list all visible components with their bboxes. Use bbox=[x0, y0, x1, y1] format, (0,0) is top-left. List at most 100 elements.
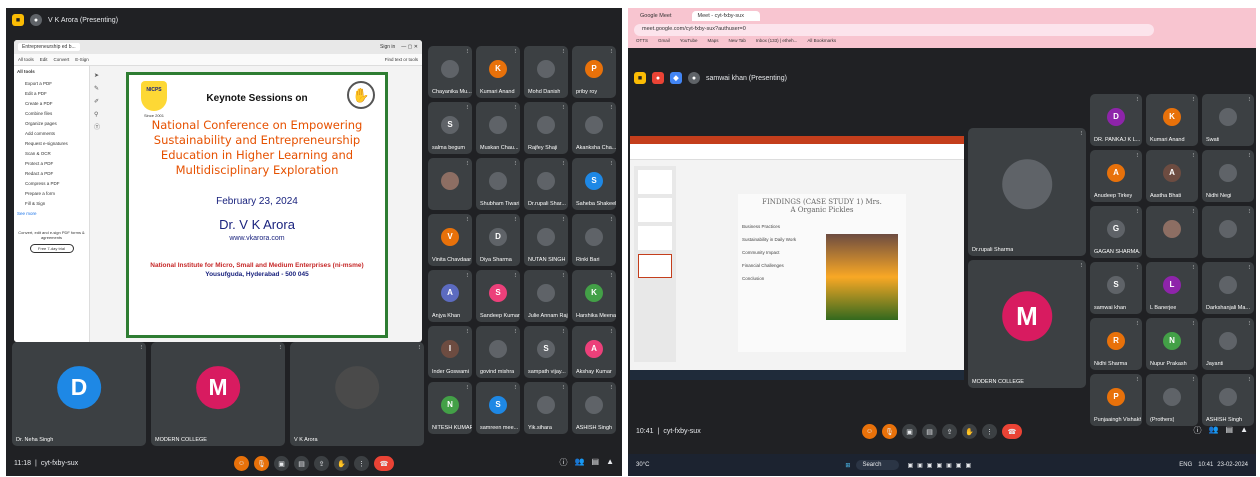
participant-tile[interactable]: M ⫶ MODERN COLLEGE bbox=[968, 260, 1086, 388]
trial-button[interactable]: Free 7-day trial bbox=[29, 244, 74, 253]
sign-in-button[interactable]: Sign in bbox=[380, 44, 395, 50]
bookmark-item[interactable]: Maps bbox=[707, 38, 718, 43]
participant-tile[interactable]: ⫶ Darkshanjali Ma... bbox=[1202, 262, 1254, 314]
activities-icon[interactable]: ▲ bbox=[606, 457, 614, 468]
reaction-icon[interactable]: ☺ bbox=[234, 456, 249, 471]
participant-tile[interactable]: ⫶ ASHISH Singh bbox=[572, 382, 616, 434]
mic-icon[interactable]: 🎙 bbox=[882, 424, 897, 439]
browser-tab-0[interactable]: Google Meet bbox=[634, 11, 688, 21]
participant-tile[interactable]: A ⫶ Anudeep Tirkey bbox=[1090, 150, 1142, 202]
participant-tile[interactable]: S ⫶ Sandeep Kumar bbox=[476, 270, 520, 322]
participant-tile[interactable]: ⫶ Muskan Chau... bbox=[476, 102, 520, 154]
captions-icon[interactable]: ▤ bbox=[294, 456, 309, 471]
acrobat-tab[interactable]: Entrepreneurship ed b... bbox=[18, 43, 80, 51]
participant-tile[interactable]: ⫶ Mohd Danish bbox=[524, 46, 568, 98]
participant-tile[interactable]: D ⫶ Diya Sharma bbox=[476, 214, 520, 266]
bookmark-item[interactable]: YouTube bbox=[680, 38, 698, 43]
chat-icon[interactable]: ▤ bbox=[592, 457, 600, 468]
participant-tile[interactable]: ⫶ Rajfey Shaji bbox=[524, 102, 568, 154]
participant-tile[interactable]: ⫶ Shubham Tiwari bbox=[476, 158, 520, 210]
tool-item[interactable]: Compress a PDF bbox=[17, 178, 86, 188]
participant-tile[interactable]: ⫶ bbox=[428, 158, 472, 210]
tool-item[interactable]: Edit a PDF bbox=[17, 88, 86, 98]
participant-tile[interactable]: G ⫶ GAGAN SHARMA... bbox=[1090, 206, 1142, 258]
participant-tile[interactable]: ⫶ Akanksha Cha... bbox=[572, 102, 616, 154]
find-text-input[interactable]: Find text or tools bbox=[385, 57, 418, 62]
taskbar-apps-icon[interactable]: ▣▣▣▣▣▣▣ bbox=[907, 462, 975, 469]
participant-tile[interactable]: S ⫶ samwai khan bbox=[1090, 262, 1142, 314]
participant-tile[interactable]: R ⫶ Nidhi Sharma bbox=[1090, 318, 1142, 370]
participant-tile[interactable]: ⫶ Chayanika Mu... bbox=[428, 46, 472, 98]
see-more-link[interactable]: See more bbox=[17, 211, 86, 216]
participant-tile[interactable]: A ⫶ Akshay Kumar bbox=[572, 326, 616, 378]
participant-tile[interactable]: ⫶ V K Arora bbox=[290, 342, 424, 446]
tool-item[interactable]: Request e-signatures bbox=[17, 138, 86, 148]
tool-item[interactable]: Protect a PDF bbox=[17, 158, 86, 168]
mic-icon[interactable]: 🎙 bbox=[254, 456, 269, 471]
tool-item[interactable]: Create a PDF bbox=[17, 98, 86, 108]
participant-tile[interactable]: ⫶ Dr.rupali Sharma bbox=[968, 128, 1086, 256]
participant-tile[interactable]: I ⫶ Inder Goswami bbox=[428, 326, 472, 378]
select-icon[interactable]: ➤ bbox=[94, 70, 106, 83]
acro-tab-3[interactable]: E-Sign bbox=[75, 57, 89, 62]
participant-tile[interactable]: ⫶ Rinki Bari bbox=[572, 214, 616, 266]
tool-item[interactable]: Combine files bbox=[17, 108, 86, 118]
url-input[interactable]: meet.google.com/cyt-fxby-sux?authuser=0 bbox=[642, 26, 746, 32]
participant-tile[interactable]: A ⫶ Anjya Khan bbox=[428, 270, 472, 322]
participant-tile[interactable]: M ⫶ MODERN COLLEGE bbox=[151, 342, 285, 446]
participant-tile[interactable]: ⫶ bbox=[1146, 206, 1198, 258]
activities-icon[interactable]: ▲ bbox=[1240, 425, 1248, 436]
participant-tile[interactable]: ⫶ Yik.sihara bbox=[524, 382, 568, 434]
participant-tile[interactable]: L ⫶ L Banerjee bbox=[1146, 262, 1198, 314]
participant-tile[interactable]: ⫶ Nidhi Negi bbox=[1202, 150, 1254, 202]
participant-tile[interactable]: K ⫶ Kumari Anand bbox=[476, 46, 520, 98]
people-icon[interactable]: 👥 bbox=[1209, 425, 1219, 436]
present-icon[interactable]: ⇪ bbox=[942, 424, 957, 439]
end-call-button[interactable]: ☎ bbox=[1002, 424, 1022, 439]
info-icon[interactable]: ⓘ bbox=[560, 457, 568, 468]
participant-tile[interactable]: S ⫶ samreen mee... bbox=[476, 382, 520, 434]
acro-tab-1[interactable]: Edit bbox=[40, 57, 48, 62]
end-call-button[interactable]: ☎ bbox=[374, 456, 394, 471]
hand-icon[interactable]: ✋ bbox=[962, 424, 977, 439]
bookmark-item[interactable]: New Tab bbox=[728, 38, 745, 43]
participant-tile[interactable]: D ⫶ DR. PANKAJ K L... bbox=[1090, 94, 1142, 146]
bookmark-item[interactable]: OTTS bbox=[636, 38, 648, 43]
reaction-icon[interactable]: ☺ bbox=[862, 424, 877, 439]
participant-tile[interactable]: ⫶ Julie Annam Raj bbox=[524, 270, 568, 322]
present-icon[interactable]: ⇪ bbox=[314, 456, 329, 471]
chat-icon[interactable]: ▤ bbox=[1226, 425, 1234, 436]
browser-tab-1[interactable]: Meet - cyt-fxby-sux bbox=[691, 11, 760, 21]
participant-tile[interactable]: V ⫶ Vinita Chavdaar bbox=[428, 214, 472, 266]
tool-item[interactable]: Add comments bbox=[17, 128, 86, 138]
tool-item[interactable]: Redact a PDF bbox=[17, 168, 86, 178]
participant-tile[interactable]: ⫶ Swati bbox=[1202, 94, 1254, 146]
bookmark-item[interactable]: Gmail bbox=[658, 38, 670, 43]
participant-tile[interactable]: K ⫶ Harshika Meena bbox=[572, 270, 616, 322]
more-icon[interactable]: ⋮ bbox=[982, 424, 997, 439]
participant-tile[interactable]: ⫶ NUTAN SINGH bbox=[524, 214, 568, 266]
participant-tile[interactable]: S ⫶ Saheba Shakeel bbox=[572, 158, 616, 210]
comment-icon[interactable]: ✎ bbox=[94, 83, 106, 96]
bookmark-item[interactable]: All Bookmarks bbox=[807, 38, 836, 43]
tool-item[interactable]: Fill & Sign bbox=[17, 198, 86, 208]
hand-icon[interactable]: ✋ bbox=[334, 456, 349, 471]
link-icon[interactable]: ⚲ bbox=[94, 109, 106, 122]
text-icon[interactable]: Ⓣ bbox=[94, 122, 106, 135]
participant-tile[interactable]: ⫶ bbox=[1202, 206, 1254, 258]
participant-tile[interactable]: S ⫶ salma begum bbox=[428, 102, 472, 154]
more-icon[interactable]: ⋮ bbox=[354, 456, 369, 471]
windows-start-icon[interactable]: ⊞ bbox=[845, 462, 850, 469]
tool-item[interactable]: Scan & OCR bbox=[17, 148, 86, 158]
participant-tile[interactable]: N ⫶ NITESH KUMAR bbox=[428, 382, 472, 434]
acro-tab-2[interactable]: Convert bbox=[54, 57, 70, 62]
participant-tile[interactable]: P ⫶ priby roy bbox=[572, 46, 616, 98]
captions-icon[interactable]: ▤ bbox=[922, 424, 937, 439]
taskbar-search[interactable]: Search bbox=[856, 460, 900, 470]
acro-tab-0[interactable]: All tools bbox=[18, 57, 34, 62]
people-icon[interactable]: 👥 bbox=[575, 457, 585, 468]
participant-tile[interactable]: ⫶ Dr.rupali Shar... bbox=[524, 158, 568, 210]
participant-tile[interactable]: ⫶ govind mishra bbox=[476, 326, 520, 378]
tool-item[interactable]: Organize pages bbox=[17, 118, 86, 128]
bookmark-item[interactable]: Inbox (133) | etheh... bbox=[756, 38, 797, 43]
